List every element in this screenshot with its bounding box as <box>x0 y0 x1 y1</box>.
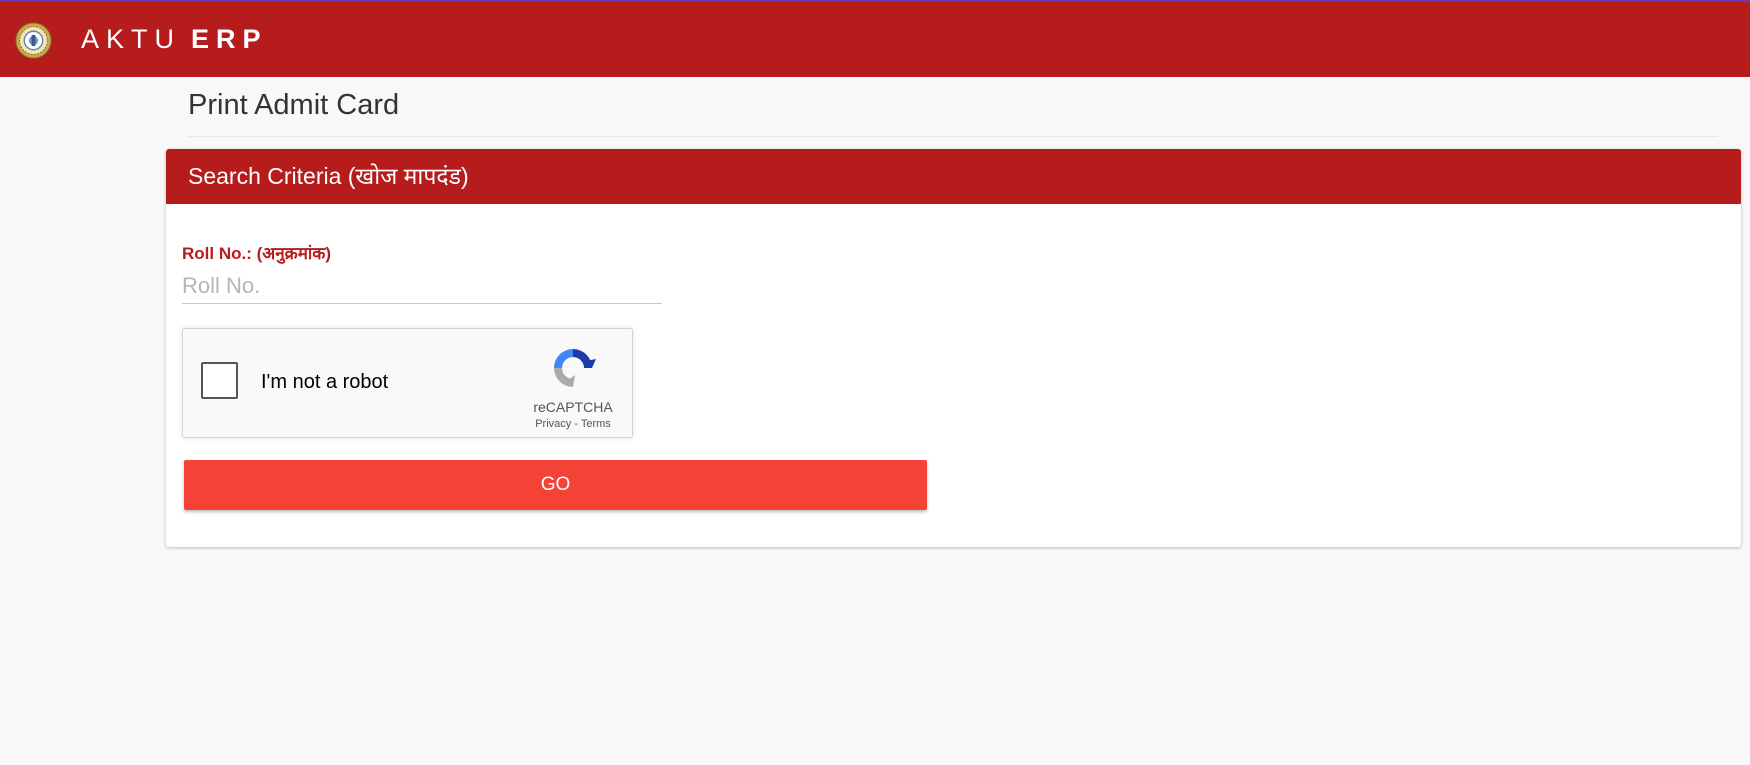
title-divider <box>188 136 1718 137</box>
page-title: Print Admit Card <box>188 89 400 121</box>
recaptcha-privacy-link[interactable]: Privacy <box>535 418 571 430</box>
search-criteria-panel: Search Criteria (खोज मापदंड) Roll No.: (… <box>166 149 1741 547</box>
university-seal-icon[interactable] <box>15 22 52 59</box>
recaptcha-widget: I'm not a robot reCAPTCHA Privacy - Term… <box>182 328 633 438</box>
panel-title: Search Criteria (खोज मापदंड) <box>188 163 469 189</box>
recaptcha-checkbox[interactable] <box>201 362 238 399</box>
recaptcha-brand: reCAPTCHA <box>533 399 613 415</box>
recaptcha-terms-link[interactable]: Terms <box>581 418 611 430</box>
top-navbar: AKTU ERP <box>0 0 1750 77</box>
recaptcha-label: I'm not a robot <box>261 371 389 393</box>
roll-number-label: Roll No.: (अनुक्रमांक) <box>182 244 332 263</box>
recaptcha-links: Privacy - Terms <box>483 418 663 431</box>
recaptcha-links-separator: - <box>571 418 581 430</box>
roll-number-input[interactable] <box>182 269 662 304</box>
recaptcha-logo-icon <box>554 349 596 387</box>
app-brand[interactable]: AKTU ERP <box>81 24 268 54</box>
brand-name: AKTU <box>81 24 182 54</box>
brand-suffix: ERP <box>191 24 268 54</box>
panel-header: Search Criteria (खोज मापदंड) <box>166 149 1741 204</box>
go-button[interactable]: GO <box>184 460 927 510</box>
